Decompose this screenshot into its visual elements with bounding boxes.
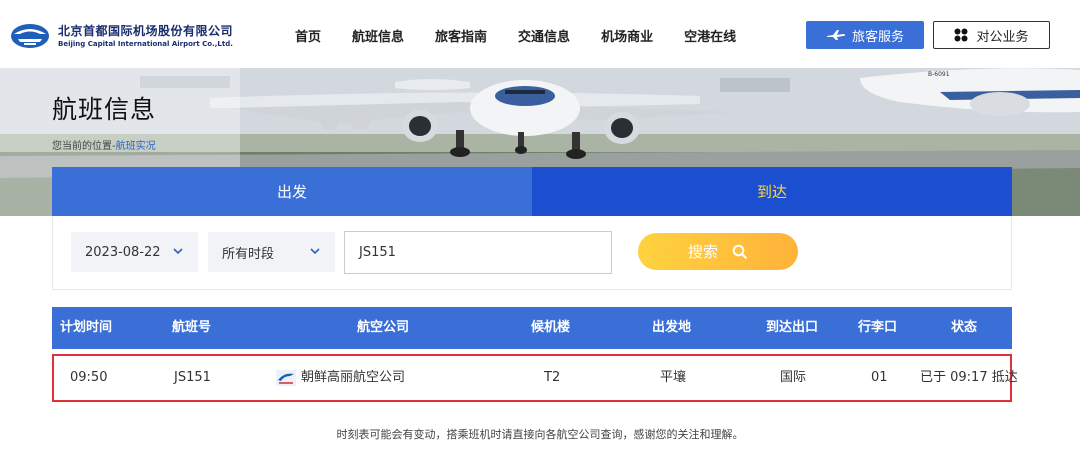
col-airline: 航空公司 [357, 320, 410, 335]
col-terminal: 候机楼 [531, 320, 571, 335]
search-icon [732, 244, 748, 259]
col-origin: 出发地 [652, 320, 692, 335]
logo-text[interactable]: 北京首都国际机场股份有限公司 Beijing Capital Internati… [58, 24, 233, 49]
col-baggage: 行李口 [858, 320, 898, 335]
search-button[interactable]: 搜索 [638, 233, 798, 270]
site-header: 北京首都国际机场股份有限公司 Beijing Capital Internati… [0, 0, 1080, 68]
cell-terminal: T2 [544, 370, 561, 385]
flight-number-value: JS151 [359, 245, 396, 260]
flight-table-header: 计划时间 航班号 航空公司 候机楼 出发地 到达出口 行李口 状态 [52, 307, 1012, 349]
aircraft-registration: B-6091 [928, 71, 950, 78]
date-select[interactable]: 2023-08-22 [71, 232, 198, 272]
search-panel: 2023-08-22 所有时段 JS151 搜索 [52, 216, 1012, 290]
flight-number-input[interactable]: JS151 [344, 231, 612, 274]
corporate-business-button[interactable]: 对公业务 [933, 21, 1050, 49]
page-title: 航班信息 [52, 95, 157, 124]
airline-logo-icon [276, 370, 296, 386]
nav-flight-info[interactable]: 航班信息 [352, 26, 404, 45]
cell-status: 已于 09:17 抵达 [920, 370, 1018, 385]
airplane-icon [826, 30, 845, 40]
nav-airport-online[interactable]: 空港在线 [684, 26, 736, 45]
cell-flight-no[interactable]: JS151 [174, 356, 211, 400]
cell-origin: 平壤 [660, 370, 687, 385]
col-arrival-exit: 到达出口 [766, 320, 819, 335]
col-flight-no: 航班号 [172, 320, 212, 335]
tab-arrivals[interactable]: 到达 [532, 167, 1012, 216]
time-period-select[interactable]: 所有时段 [208, 232, 335, 272]
cell-arrival-exit: 国际 [780, 370, 807, 385]
tab-departures[interactable]: 出发 [52, 167, 532, 216]
table-row[interactable]: 09:50 JS151 朝鲜高丽航空公司 T2 平壤 国际 01 已于 09:1… [52, 354, 1018, 402]
chevron-down-icon [310, 248, 320, 255]
breadcrumb: 您当前的位置-航班实况 [52, 137, 156, 152]
breadcrumb-current[interactable]: 航班实况 [116, 141, 156, 152]
airport-logo-icon[interactable] [10, 20, 50, 50]
search-button-label: 搜索 [687, 243, 718, 261]
date-select-value: 2023-08-22 [85, 244, 161, 260]
cell-baggage: 01 [871, 370, 888, 385]
schedule-disclaimer: 时刻表可能会有变动，搭乘班机时请直接向各航空公司查询，感谢您的关注和理解。 [336, 428, 744, 441]
logo-english-name: Beijing Capital International Airport Co… [58, 40, 233, 48]
cell-airline: 朝鲜高丽航空公司 [276, 356, 405, 400]
passenger-service-label: 旅客服务 [851, 29, 904, 45]
chevron-down-icon [173, 248, 183, 255]
passenger-service-button[interactable]: 旅客服务 [806, 21, 924, 49]
main-nav: 首页 航班信息 旅客指南 交通信息 机场商业 空港在线 [295, 26, 767, 45]
nav-passenger-guide[interactable]: 旅客指南 [435, 26, 487, 45]
col-scheduled-time: 计划时间 [60, 320, 113, 335]
corporate-business-label: 对公业务 [976, 29, 1029, 45]
breadcrumb-prefix: 您当前的位置 [52, 141, 112, 152]
nav-airport-business[interactable]: 机场商业 [601, 26, 653, 45]
logo-chinese-name: 北京首都国际机场股份有限公司 [58, 24, 234, 38]
col-status: 状态 [951, 320, 978, 335]
nav-traffic-info[interactable]: 交通信息 [518, 26, 570, 45]
time-period-value: 所有时段 [222, 246, 275, 262]
nav-home[interactable]: 首页 [295, 26, 321, 45]
cell-time: 09:50 [70, 370, 108, 385]
airline-name: 朝鲜高丽航空公司 [301, 370, 406, 385]
grid-icon [954, 28, 968, 42]
